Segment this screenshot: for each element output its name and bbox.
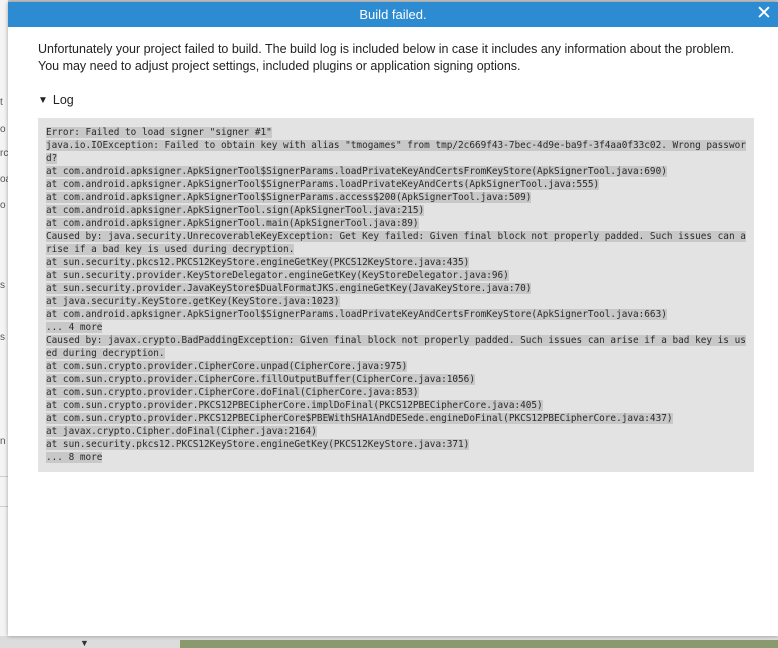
- background-divider: [0, 476, 8, 477]
- log-line: Error: Failed to load signer "signer #1": [46, 127, 272, 138]
- log-line: at com.sun.crypto.provider.CipherCore.un…: [46, 361, 408, 372]
- close-icon[interactable]: ✕: [754, 3, 774, 25]
- log-line: Caused by: javax.crypto.BadPaddingExcept…: [46, 335, 746, 359]
- log-line: ... 8 more: [46, 452, 103, 463]
- log-line: at com.sun.crypto.provider.CipherCore.do…: [46, 387, 419, 398]
- log-line: at javax.crypto.Cipher.doFinal(Cipher.ja…: [46, 426, 317, 437]
- log-line: at com.android.apksigner.ApkSignerTool.s…: [46, 205, 425, 216]
- log-line: at sun.security.pkcs12.PKCS12KeyStore.en…: [46, 439, 470, 450]
- log-line: at sun.security.provider.KeyStoreDelegat…: [46, 270, 509, 281]
- log-line: at com.android.apksigner.ApkSignerTool$S…: [46, 192, 532, 203]
- background-text-fragment: rc: [0, 148, 8, 159]
- log-line: at com.sun.crypto.provider.PKCS12PBECiph…: [46, 400, 543, 411]
- background-app-edge: t o rc oa o s s n: [0, 0, 8, 648]
- log-line: at java.security.KeyStore.getKey(KeyStor…: [46, 296, 340, 307]
- log-line: at com.android.apksigner.ApkSignerTool$S…: [46, 166, 667, 177]
- background-text-fragment: o: [0, 124, 6, 135]
- build-log-text: Error: Failed to load signer "signer #1"…: [46, 126, 746, 464]
- log-line: ... 4 more: [46, 322, 103, 333]
- failure-message: Unfortunately your project failed to bui…: [38, 42, 735, 73]
- dialog-titlebar: Build failed. ✕: [8, 2, 778, 27]
- background-text-fragment: s: [0, 280, 5, 291]
- log-toggle-label: Log: [52, 93, 74, 107]
- background-caret-icon: ▼: [80, 638, 89, 648]
- background-panel: [180, 640, 778, 648]
- log-line: Caused by: java.security.UnrecoverableKe…: [46, 231, 746, 255]
- background-text-fragment: t: [0, 97, 3, 108]
- background-divider: [0, 506, 8, 507]
- log-line: java.io.IOException: Failed to obtain ke…: [46, 140, 746, 164]
- log-line: at com.android.apksigner.ApkSignerTool.m…: [46, 218, 419, 229]
- log-line: at com.sun.crypto.provider.CipherCore.fi…: [46, 374, 475, 385]
- log-toggle[interactable]: ▼ Log: [38, 93, 74, 107]
- log-line: at com.android.apksigner.ApkSignerTool$S…: [46, 309, 667, 320]
- build-log: Error: Failed to load signer "signer #1"…: [38, 118, 754, 472]
- triangle-down-icon: ▼: [38, 94, 48, 106]
- log-line: at sun.security.provider.JavaKeyStore$Du…: [46, 283, 532, 294]
- background-text-fragment: n: [0, 436, 6, 447]
- build-failed-dialog: Build failed. ✕ Unfortunately your proje…: [8, 2, 778, 636]
- background-text-fragment: s: [0, 332, 5, 343]
- background-text-fragment: oa: [0, 174, 8, 185]
- dialog-title: Build failed.: [359, 7, 427, 22]
- background-text-fragment: o: [0, 200, 6, 211]
- log-line: at sun.security.pkcs12.PKCS12KeyStore.en…: [46, 257, 470, 268]
- log-line: at com.android.apksigner.ApkSignerTool$S…: [46, 179, 600, 190]
- background-bottom-bar: ▼: [0, 636, 778, 648]
- log-line: at com.sun.crypto.provider.PKCS12PBECiph…: [46, 413, 673, 424]
